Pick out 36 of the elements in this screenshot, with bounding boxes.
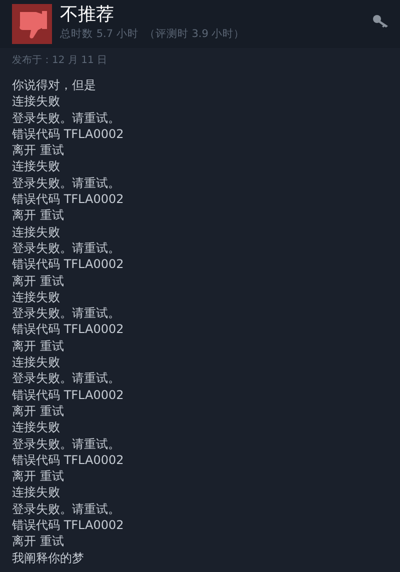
thumbs-down-icon (12, 4, 52, 44)
review-line: 登录失败。请重试。 (12, 305, 121, 322)
review-line: 登录失败。请重试。 (12, 240, 121, 256)
review-line: 登录失败。请重试。 (12, 110, 121, 126)
review-line: 错误代码 TFLA0002 (12, 256, 125, 273)
total-hours: 总时数 5.7 小时 (60, 27, 138, 42)
review-line: 离开 重试 (12, 468, 65, 484)
review-line: 登录失败。请重试。 (12, 370, 121, 387)
posted-date: 发布于：12 月 11 日 (12, 54, 108, 68)
review-hours: （评测时 3.9 小时） (144, 27, 245, 42)
review-line: 连接失败 (12, 158, 61, 175)
review-line: 你说得对，但是 (12, 77, 97, 94)
review-line: 连接失败 (12, 288, 61, 306)
review-line: 错误代码 TFLA0002 (12, 452, 125, 468)
review-line: 登录失败。请重试。 (12, 436, 121, 452)
review-line: 错误代码 TFLA0002 (12, 517, 125, 534)
review-line: 连接失败 (12, 419, 61, 436)
review-line: 离开 重试 (12, 338, 65, 354)
review-line: 登录失败。请重试。 (12, 500, 121, 518)
review-line: 连接失败 (12, 93, 61, 110)
key-icon (372, 14, 390, 28)
review-line: 登录失败。请重试。 (12, 174, 121, 192)
review-line: 连接失败 (12, 354, 61, 370)
review-line: 错误代码 TFLA0002 (12, 191, 125, 208)
review-line: 离开 重试 (12, 272, 65, 289)
review-line: 离开 重试 (12, 402, 65, 420)
review-line: 错误代码 TFLA0002 (12, 321, 125, 338)
review-line: 连接失败 (12, 224, 61, 240)
review-line: 错误代码 TFLA0002 (12, 386, 125, 403)
review-line: 我阐释你的梦 (12, 550, 85, 566)
review-line: 离开 重试 (12, 533, 65, 550)
review-line: 连接失败 (12, 484, 61, 501)
review-line: 离开 重试 (12, 207, 65, 224)
verdict-title: 不推荐 (60, 4, 115, 26)
review-line: 离开 重试 (12, 142, 65, 158)
review-line: 错误代码 TFLA0002 (12, 126, 125, 142)
